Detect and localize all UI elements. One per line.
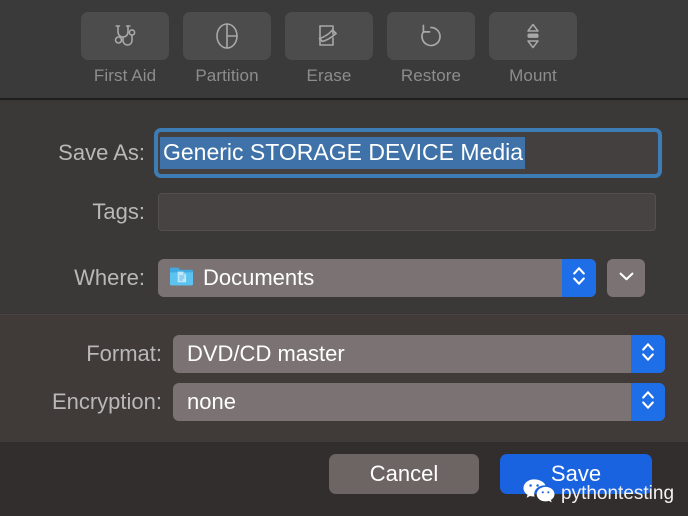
where-stepper[interactable] [562, 259, 596, 297]
encryption-popup-button[interactable]: none [173, 383, 665, 421]
stepper-up-down-icon [640, 339, 656, 370]
stepper-up-down-icon [640, 387, 656, 418]
toolbar-item-partition[interactable]: Partition [182, 12, 272, 86]
toolbar-item-label: Mount [509, 66, 557, 85]
format-popup-button[interactable]: DVD/CD master [173, 335, 665, 373]
cancel-button-label: Cancel [369, 461, 439, 486]
toolbar-item-mount[interactable]: Mount [488, 12, 578, 86]
toolbar-item-label: Erase [306, 66, 352, 85]
where-popup-button[interactable]: Documents [158, 259, 596, 297]
toolbar-item-label: Restore [400, 66, 462, 85]
disk-utility-save-dialog: First Aid Partition Erase Restore Mount … [0, 0, 688, 516]
save-as-field-focus-ring[interactable]: Generic STORAGE DEVICE Media [154, 128, 662, 178]
encryption-row: Encryption: none [0, 382, 688, 422]
documents-folder-icon [169, 265, 194, 292]
where-expand-button[interactable] [607, 259, 645, 297]
save-button[interactable]: Save [500, 454, 652, 494]
partition-button[interactable] [183, 12, 271, 60]
encryption-label: Encryption: [51, 389, 162, 414]
where-value: Documents [203, 265, 315, 290]
stethoscope-icon [110, 21, 140, 51]
partition-pie-icon [212, 21, 242, 51]
tags-input[interactable] [158, 193, 656, 231]
save-as-selected-text: Generic STORAGE DEVICE Media [160, 137, 526, 169]
eraser-icon [314, 21, 344, 51]
tags-label: Tags: [92, 199, 145, 224]
toolbar-item-first-aid[interactable]: First Aid [80, 12, 170, 86]
toolbar-items: First Aid Partition Erase Restore Mount [0, 0, 688, 86]
mount-button[interactable] [489, 12, 577, 60]
save-as-input[interactable]: Generic STORAGE DEVICE Media [160, 135, 656, 171]
erase-button[interactable] [285, 12, 373, 60]
format-value: DVD/CD master [187, 341, 345, 366]
restore-arrow-icon [416, 21, 446, 51]
first-aid-button[interactable] [81, 12, 169, 60]
stepper-up-down-icon [571, 263, 587, 294]
toolbar-item-restore[interactable]: Restore [386, 12, 476, 86]
format-stepper[interactable] [631, 335, 665, 373]
where-label: Where: [74, 265, 145, 290]
toolbar-item-label: First Aid [93, 66, 157, 85]
save-button-label: Save [550, 461, 602, 486]
save-as-label: Save As: [58, 140, 145, 165]
mount-arrows-icon [518, 21, 548, 51]
format-row: Format: DVD/CD master [0, 334, 688, 374]
toolbar: First Aid Partition Erase Restore Mount [0, 0, 688, 100]
cancel-button[interactable]: Cancel [329, 454, 479, 494]
format-label: Format: [86, 341, 162, 366]
toolbar-item-erase[interactable]: Erase [284, 12, 374, 86]
save-as-row: Save As: Generic STORAGE DEVICE Media [0, 127, 688, 179]
encryption-value: none [187, 389, 236, 414]
where-row: Where: Documents [0, 258, 688, 298]
restore-button[interactable] [387, 12, 475, 60]
toolbar-item-label: Partition [195, 66, 259, 85]
encryption-stepper[interactable] [631, 383, 665, 421]
tags-row: Tags: [0, 190, 688, 234]
chevron-down-icon [618, 269, 635, 287]
